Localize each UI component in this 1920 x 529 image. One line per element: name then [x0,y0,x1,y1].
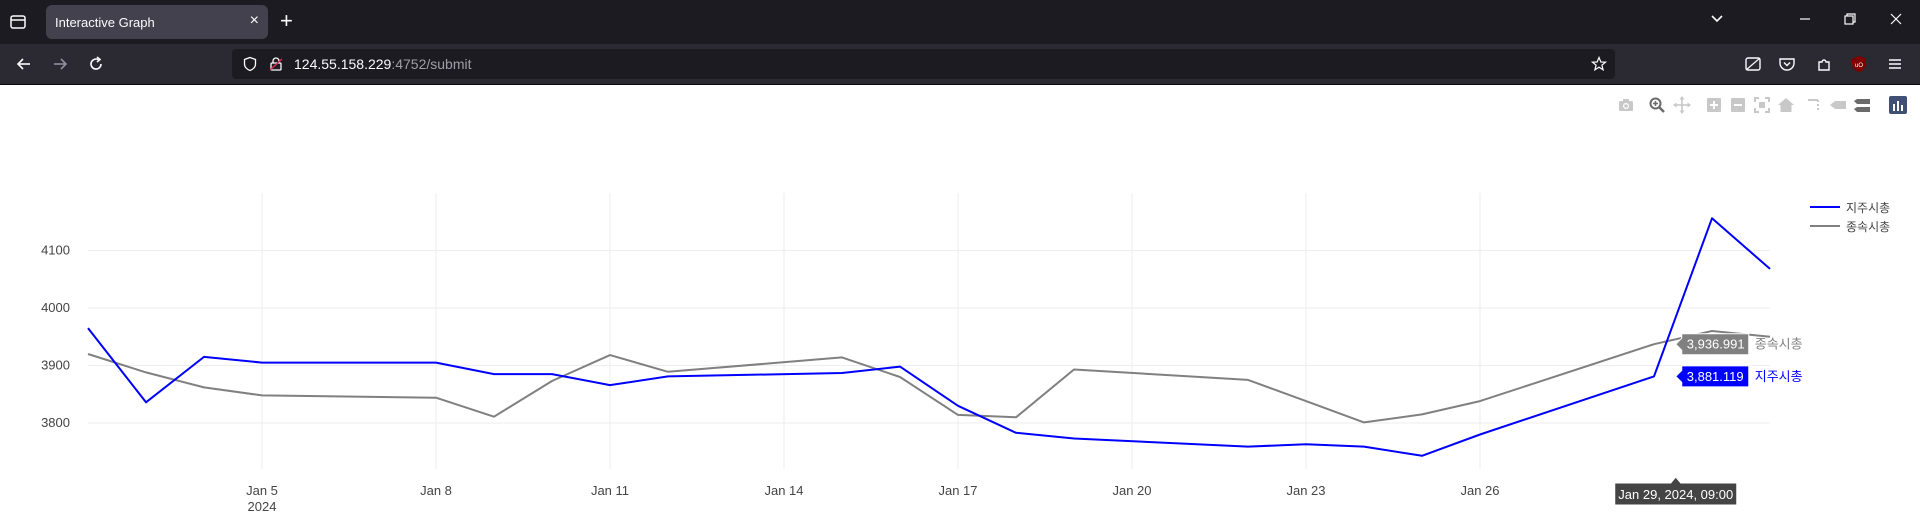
svg-text:uO: uO [1855,63,1863,69]
camera-icon[interactable] [1617,96,1635,114]
legend-label: 지주시총 [1846,201,1891,215]
zoom-out-icon[interactable] [1729,96,1747,114]
hover-closest-icon[interactable] [1829,96,1847,114]
pan-icon[interactable] [1673,96,1691,114]
plotly-logo-icon[interactable] [1889,96,1907,114]
zoom-in-icon[interactable] [1705,96,1723,114]
forward-icon[interactable] [50,54,70,74]
hover-compare-icon[interactable] [1853,96,1871,114]
url-text: 124.55.158.229:4752/submit [294,56,472,72]
autoscale-icon[interactable] [1753,96,1771,114]
menu-icon[interactable] [1885,54,1905,74]
shield-icon[interactable] [242,56,258,72]
url-bar[interactable]: 124.55.158.229:4752/submit [232,49,1615,79]
bookmark-star-icon[interactable] [1591,56,1607,72]
plot-area[interactable] [0,85,1920,529]
legend-swatch [1810,206,1840,208]
extensions-icon[interactable] [1814,54,1834,74]
reload-icon[interactable] [86,54,106,74]
insecure-lock-icon[interactable] [268,56,284,72]
browser-tab-active[interactable]: Interactive Graph × [46,5,268,39]
spike-lines-icon[interactable] [1804,96,1822,114]
minimize-icon[interactable] [1798,12,1812,26]
browser-tab-bar: Interactive Graph × + [0,0,1920,44]
legend-swatch [1810,225,1840,227]
ublock-icon[interactable]: uO [1849,54,1869,74]
pocket-icon[interactable] [1777,54,1797,74]
legend-label: 종속시총 [1846,220,1891,234]
url-path: :4752/submit [391,56,472,72]
restore-icon[interactable] [1843,12,1857,26]
tab-list-icon[interactable] [8,12,28,32]
browser-nav-bar: 124.55.158.229:4752/submit uO [0,44,1920,84]
reset-axes-icon[interactable] [1777,96,1795,114]
zoom-icon[interactable] [1648,96,1666,114]
back-icon[interactable] [14,54,34,74]
new-tab-button[interactable]: + [280,10,293,32]
close-window-icon[interactable] [1889,12,1903,26]
screenshot-icon[interactable] [1743,54,1763,74]
tab-close-icon[interactable]: × [250,13,259,29]
tab-title: Interactive Graph [55,15,155,30]
list-all-tabs-icon[interactable] [1710,12,1724,26]
url-host: 124.55.158.229 [294,56,392,72]
